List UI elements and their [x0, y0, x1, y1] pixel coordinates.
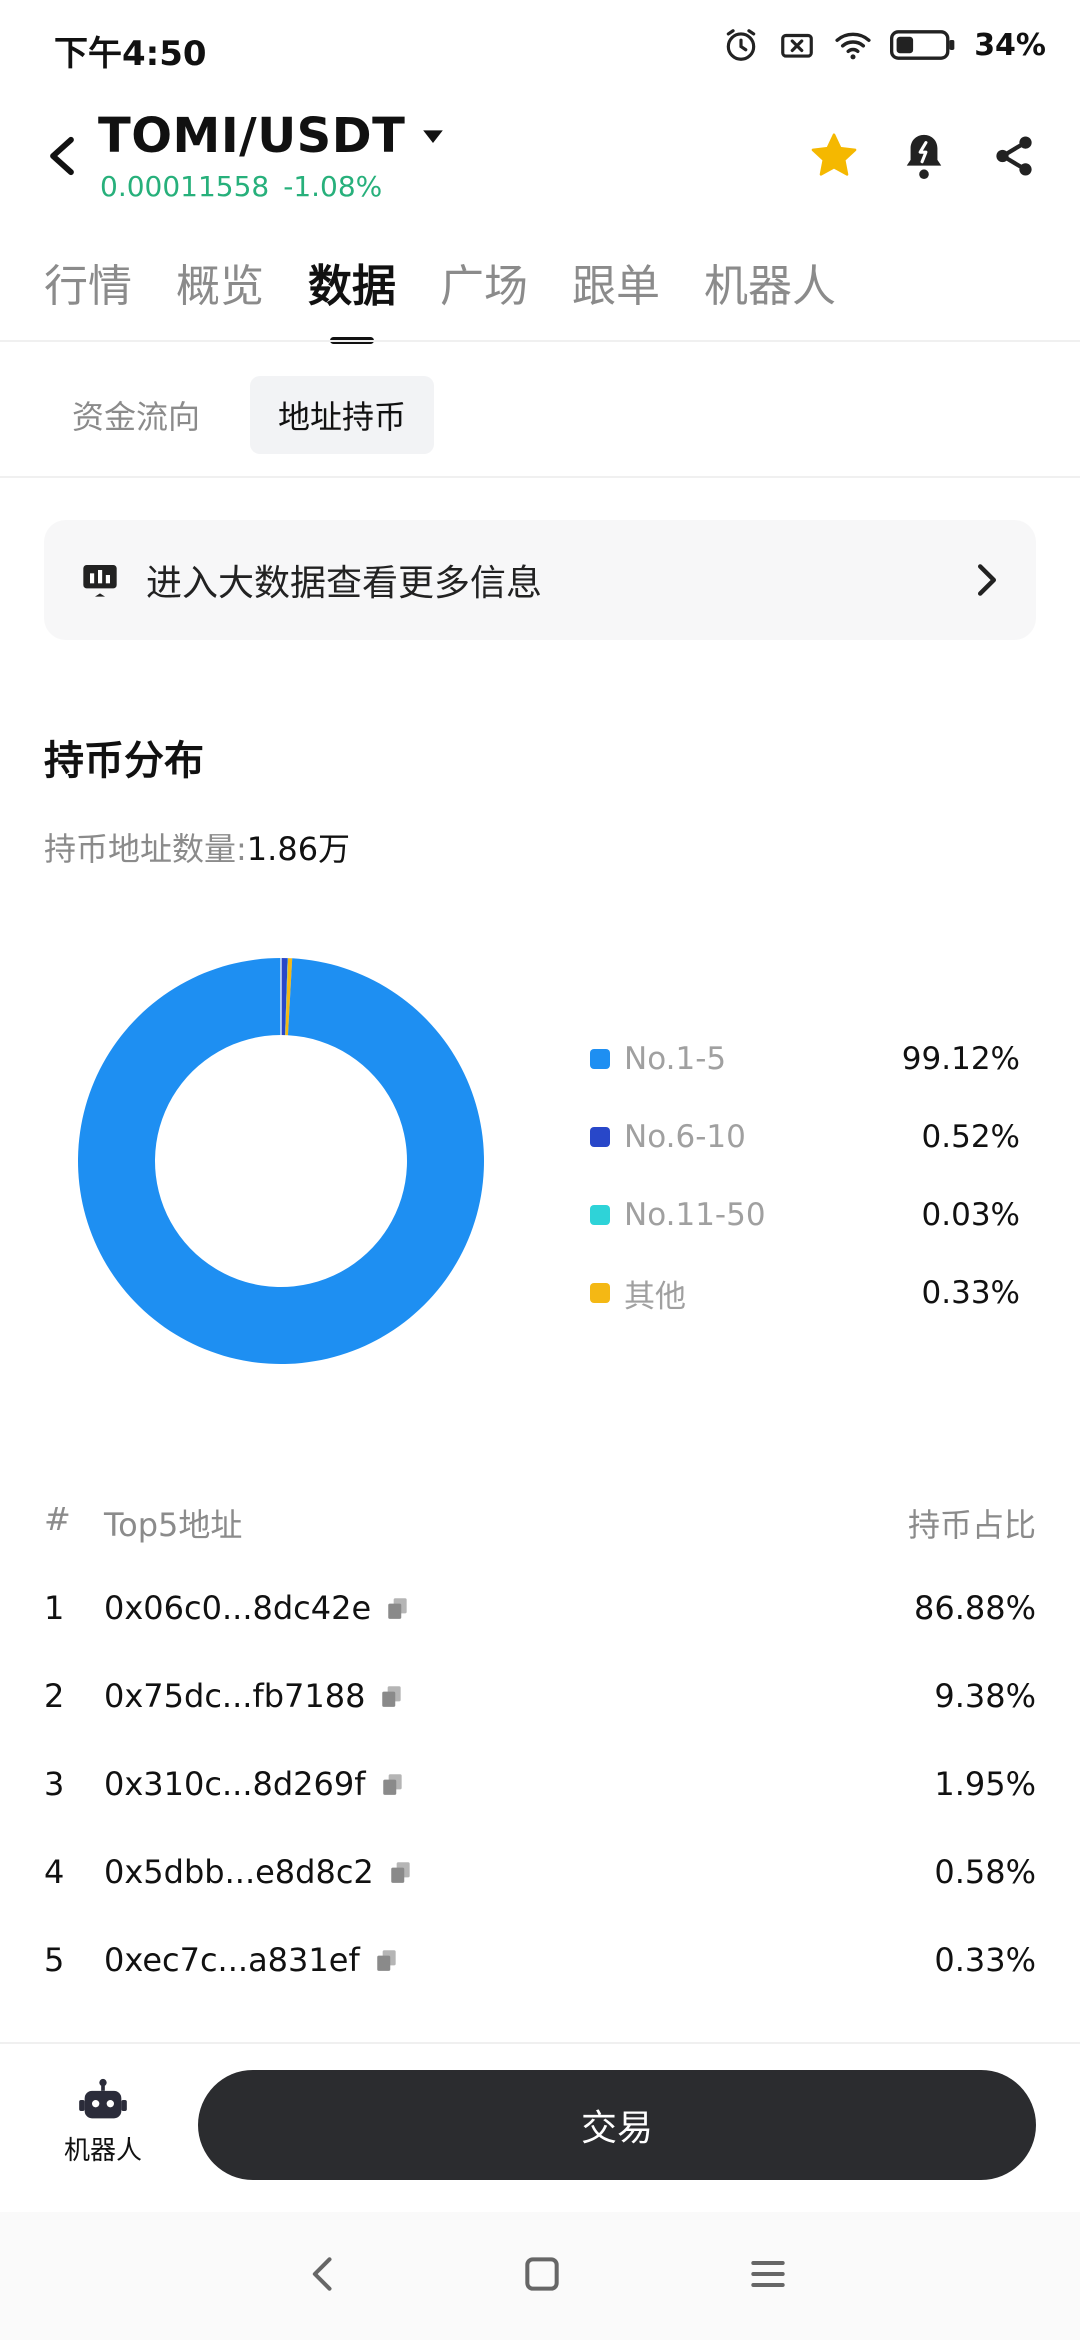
price-row: 0.00011558 -1.08% — [100, 170, 382, 203]
robot-button[interactable]: 机器人 — [58, 2078, 148, 2167]
legend-label: No.11-50 — [624, 1197, 766, 1233]
table-row: 1 0x06c0...8dc42e 86.88% — [44, 1580, 1036, 1636]
caret-down-icon — [423, 130, 444, 143]
tab-data[interactable]: 数据 — [308, 250, 396, 336]
wifi-icon — [835, 32, 871, 60]
pair-title: TOMI/USDT — [98, 108, 406, 164]
robot-label: 机器人 — [63, 2136, 142, 2166]
legend-item: No.1-5 99.12% — [590, 1020, 1020, 1098]
data-screen-icon — [83, 565, 117, 597]
pair-selector[interactable]: TOMI/USDT — [98, 108, 447, 164]
row-percent: 9.38% — [934, 1677, 1036, 1715]
row-address: 0x75dc...fb7188 — [104, 1677, 366, 1715]
legend-swatch — [590, 1049, 610, 1069]
table-row: 3 0x310c...8d269f 1.95% — [44, 1756, 1036, 1812]
chevron-right-icon — [977, 564, 997, 596]
tab-bots[interactable]: 机器人 — [704, 250, 836, 336]
sub-tabs: 资金流向 地址持币 — [44, 376, 435, 454]
trade-button[interactable]: 交易 — [198, 2070, 1036, 2180]
tab-market[interactable]: 行情 — [44, 250, 132, 336]
header-percent: 持币占比 — [907, 1506, 1036, 1544]
bell-icon — [906, 134, 942, 179]
legend-label: No.6-10 — [624, 1119, 746, 1155]
row-address: 0x5dbb...e8d8c2 — [104, 1853, 374, 1891]
share-button[interactable] — [986, 128, 1042, 184]
price-change: -1.08% — [283, 170, 383, 203]
legend-value: 99.12% — [901, 1041, 1020, 1077]
copy-icon[interactable] — [379, 1683, 405, 1709]
legend-swatch — [590, 1205, 610, 1225]
legend-swatch — [590, 1127, 610, 1147]
share-icon — [996, 136, 1032, 176]
tab-copy-trading[interactable]: 跟单 — [572, 250, 660, 336]
row-rank: 2 — [44, 1677, 65, 1715]
legend-swatch — [590, 1283, 610, 1303]
row-percent: 0.33% — [934, 1941, 1036, 1979]
holder-count: 持币地址数量:1.86万 — [44, 824, 350, 870]
alert-button[interactable] — [896, 128, 952, 184]
section-title: 持币分布 — [44, 738, 204, 784]
star-icon — [811, 133, 857, 176]
subtabs-divider — [0, 476, 1080, 478]
status-time: 下午4:50 — [54, 34, 207, 74]
header-address: Top5地址 — [104, 1506, 243, 1544]
favorite-button[interactable] — [806, 128, 862, 184]
legend-value: 0.03% — [921, 1197, 1020, 1233]
header-rank: # — [44, 1500, 71, 1538]
banner-text: 进入大数据查看更多信息 — [146, 563, 543, 604]
no-sim-icon — [781, 33, 814, 58]
copy-icon[interactable] — [380, 1771, 406, 1797]
nav-home-icon[interactable] — [520, 2252, 564, 2296]
table-row: 2 0x75dc...fb7188 9.38% — [44, 1668, 1036, 1724]
row-percent: 1.95% — [934, 1765, 1036, 1803]
alarm-icon — [726, 29, 756, 61]
legend-value: 0.33% — [921, 1275, 1020, 1311]
legend-item: 其他 0.33% — [590, 1254, 1020, 1332]
battery-percent: 34% — [974, 27, 1046, 63]
row-percent: 86.88% — [913, 1589, 1036, 1627]
row-rank: 3 — [44, 1765, 65, 1803]
legend-item: No.6-10 0.52% — [590, 1098, 1020, 1176]
top5-table-header: # Top5地址 持币占比 — [44, 1500, 1036, 1546]
tabs-divider — [0, 340, 1080, 342]
back-icon[interactable] — [44, 134, 80, 178]
battery-icon — [890, 30, 955, 60]
holder-count-value: 1.86万 — [246, 830, 351, 868]
chart-legend: No.1-5 99.12% No.6-10 0.52% No.11-50 0.03% 其他 0… — [590, 1020, 1020, 1332]
copy-icon[interactable] — [374, 1947, 400, 1973]
last-price: 0.00011558 — [100, 170, 270, 203]
row-address: 0xec7c...a831ef — [104, 1941, 360, 1979]
holder-count-label: 持币地址数量: — [44, 830, 247, 868]
legend-label: 其他 — [624, 1278, 686, 1315]
row-rank: 5 — [44, 1941, 65, 1979]
row-rank: 4 — [44, 1853, 65, 1891]
robot-icon — [79, 2078, 127, 2119]
status-icons: 34% — [722, 26, 1046, 64]
row-rank: 1 — [44, 1589, 65, 1627]
subtab-address-holdings[interactable]: 地址持币 — [250, 376, 435, 454]
copy-icon[interactable] — [385, 1595, 411, 1621]
legend-item: No.11-50 0.03% — [590, 1176, 1020, 1254]
main-tabs: 行情 概览 数据 广场 跟单 机器人 — [44, 250, 836, 336]
table-row: 5 0xec7c...a831ef 0.33% — [44, 1932, 1036, 1988]
table-row: 4 0x5dbb...e8d8c2 0.58% — [44, 1844, 1036, 1900]
subtab-fund-flow[interactable]: 资金流向 — [44, 376, 228, 454]
row-percent: 0.58% — [934, 1853, 1036, 1891]
tab-overview[interactable]: 概览 — [176, 250, 264, 336]
holdings-donut-chart — [78, 958, 484, 1364]
nav-back-icon[interactable] — [302, 2252, 346, 2296]
copy-icon[interactable] — [388, 1859, 414, 1885]
nav-menu-icon[interactable] — [746, 2252, 790, 2296]
legend-value: 0.52% — [921, 1119, 1020, 1155]
row-address: 0x06c0...8dc42e — [104, 1589, 372, 1627]
big-data-banner[interactable]: 进入大数据查看更多信息 — [44, 520, 1036, 640]
legend-label: No.1-5 — [624, 1041, 727, 1077]
tab-square[interactable]: 广场 — [440, 250, 528, 336]
row-address: 0x310c...8d269f — [104, 1765, 366, 1803]
